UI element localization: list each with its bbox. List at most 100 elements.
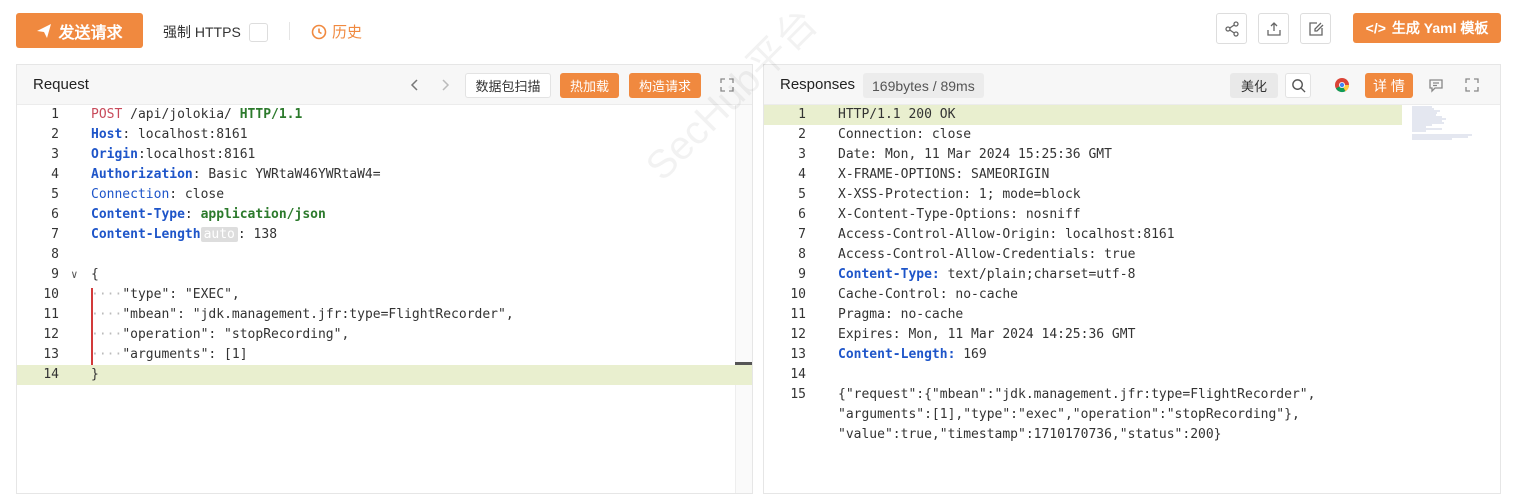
beautify-button[interactable]: 美化 (1230, 73, 1278, 98)
code-text: } (91, 365, 99, 385)
line-number: 1 (51, 107, 59, 122)
code-line: 13 Content-Length: 169 (764, 345, 1500, 365)
code-token: X-Content-Type-Options: nosniff (838, 207, 1081, 222)
code-line: 15 {"request":{"mbean":"jdk.management.jf… (764, 385, 1500, 405)
code-token: {"request":{"mbean":"jdk.management.jfr:… (838, 387, 1316, 402)
code-text: Content-Type: application/json (91, 205, 326, 225)
fold-chevron-icon[interactable]: ∨ (71, 265, 78, 285)
line-number: 14 (43, 367, 59, 382)
code-token: Connection (91, 187, 170, 202)
code-text: Content-Length auto: 138 (91, 225, 277, 245)
code-token: Content-Length (91, 227, 201, 242)
line-number: 13 (790, 347, 806, 362)
code-token: "operation" (122, 327, 209, 342)
details-button[interactable]: 详 情 (1365, 73, 1413, 98)
share-button[interactable] (1216, 13, 1247, 44)
code-token: 169 (955, 347, 987, 362)
code-token: "mbean" (122, 307, 178, 322)
code-token: : 138 (237, 227, 278, 242)
code-line: 6 Content-Type: application/json (17, 205, 752, 225)
history-label: 历史 (332, 24, 363, 41)
code-token: ···· (91, 307, 123, 322)
line-number: 3 (51, 147, 59, 162)
chevron-right-icon[interactable] (435, 75, 455, 95)
line-number: 1 (798, 107, 806, 122)
code-line: 14 (764, 365, 1500, 385)
line-number: 10 (43, 287, 59, 302)
search-icon (1291, 79, 1306, 93)
code-line: 4 Authorization: Basic YWRtaW46YWRtaW4= (17, 165, 752, 185)
generate-yaml-label: 生成 Yaml 模板 (1391, 20, 1489, 36)
line-number: 6 (51, 207, 59, 222)
generate-yaml-button[interactable]: </> 生成 Yaml 模板 (1353, 13, 1501, 43)
code-text: Authorization: Basic YWRtaW46YWRtaW4= (91, 165, 381, 185)
line-number: 12 (43, 327, 59, 342)
code-text: Expires: Mon, 11 Mar 2024 14:25:36 GMT (838, 325, 1135, 345)
line-number: 2 (798, 127, 806, 142)
code-text: X-Content-Type-Options: nosniff (838, 205, 1081, 225)
expand-icon[interactable] (1462, 75, 1482, 95)
code-token: "arguments" (122, 347, 209, 362)
code-text: ····"operation": "stopRecording", (91, 325, 349, 345)
code-line: 14} (17, 365, 752, 385)
share-icon (1224, 20, 1239, 37)
code-line: 9 Content-Type: text/plain;charset=utf-8 (764, 265, 1500, 285)
code-line: 12 Expires: Mon, 11 Mar 2024 14:25:36 GMT (764, 325, 1500, 345)
toolbar-divider (289, 22, 290, 40)
history-button[interactable]: 历史 (311, 21, 362, 42)
edit-box-icon (1308, 21, 1323, 36)
code-text: ····"mbean": "jdk.management.jfr:type=Fl… (91, 305, 514, 325)
code-token: "arguments":[1],"type":"exec","operation… (838, 407, 1300, 422)
paper-plane-icon (37, 23, 52, 38)
send-request-button[interactable]: 发送请求 (16, 13, 143, 48)
code-token: application/json (200, 207, 326, 222)
request-panel: Request 数据包扫描 热加载 构造请求 1 POST /api/joloki… (16, 64, 753, 494)
response-editor[interactable]: 1 HTTP/1.1 200 OK 2 Connection: close 3 Date:… (764, 105, 1500, 493)
code-line: 1 POST /api/jolokia/ HTTP/1.1 (17, 105, 752, 125)
line-number: 3 (798, 147, 806, 162)
send-request-label: 发送请求 (58, 24, 123, 42)
hot-load-button[interactable]: 热加载 (560, 73, 619, 98)
code-token: Access-Control-Allow-Credentials: true (838, 247, 1136, 262)
line-number: 10 (790, 287, 806, 302)
line-number: 4 (798, 167, 806, 182)
request-editor[interactable]: 1 POST /api/jolokia/ HTTP/1.1 2 Host: local… (17, 105, 752, 493)
code-line: 9 ∨ { (17, 265, 752, 285)
code-token: Content-Type: (838, 267, 940, 282)
chevron-left-icon[interactable] (405, 75, 425, 95)
export-button[interactable] (1258, 13, 1289, 44)
packet-scan-button[interactable]: 数据包扫描 (465, 73, 551, 98)
search-button[interactable] (1285, 73, 1311, 98)
code-line: 2 Connection: close (764, 125, 1500, 145)
code-line: 11 ····"mbean": "jdk.management.jfr:type=… (17, 305, 752, 325)
code-icon: </> (1365, 20, 1386, 36)
code-text: X-FRAME-OPTIONS: SAMEORIGIN (838, 165, 1049, 185)
code-token: : "jdk.management.jfr:type=FlightRecorde… (177, 307, 514, 322)
code-token: ···· (91, 327, 123, 342)
code-text: POST /api/jolokia/ HTTP/1.1 (91, 105, 302, 125)
import-button[interactable] (1300, 13, 1331, 44)
code-token: Origin (91, 147, 138, 162)
code-token: ···· (91, 347, 123, 362)
code-text: Origin:localhost:8161 (91, 145, 255, 165)
comment-icon[interactable] (1426, 75, 1446, 95)
code-token: HTTP/1.1 200 OK (838, 107, 956, 122)
code-token: } (91, 367, 99, 382)
clock-icon (311, 24, 327, 39)
line-number: 7 (798, 227, 806, 242)
code-token: : "EXEC", (169, 287, 240, 302)
code-line: 10 ····"type": "EXEC", (17, 285, 752, 305)
code-token: Pragma: no-cache (838, 307, 964, 322)
code-line: "value":true,"timestamp":1710170736,"sta… (764, 425, 1500, 445)
code-token: /api/jolokia/ (122, 107, 240, 122)
request-header: Request 数据包扫描 热加载 构造请求 (17, 65, 752, 105)
code-token: auto (200, 227, 238, 242)
code-text: Content-Length: 169 (838, 345, 987, 365)
code-token: X-XSS-Protection: 1; mode=block (838, 187, 1081, 202)
force-https-label: 强制 HTTPS (163, 24, 241, 40)
response-panel: Responses 169bytes / 89ms 美化 详 情 1 HTTP/… (763, 64, 1501, 494)
code-text: ····"type": "EXEC", (91, 285, 240, 305)
chrome-icon[interactable] (1332, 75, 1352, 95)
force-https-checkbox[interactable] (248, 22, 268, 42)
code-text: Access-Control-Allow-Credentials: true (838, 245, 1135, 265)
